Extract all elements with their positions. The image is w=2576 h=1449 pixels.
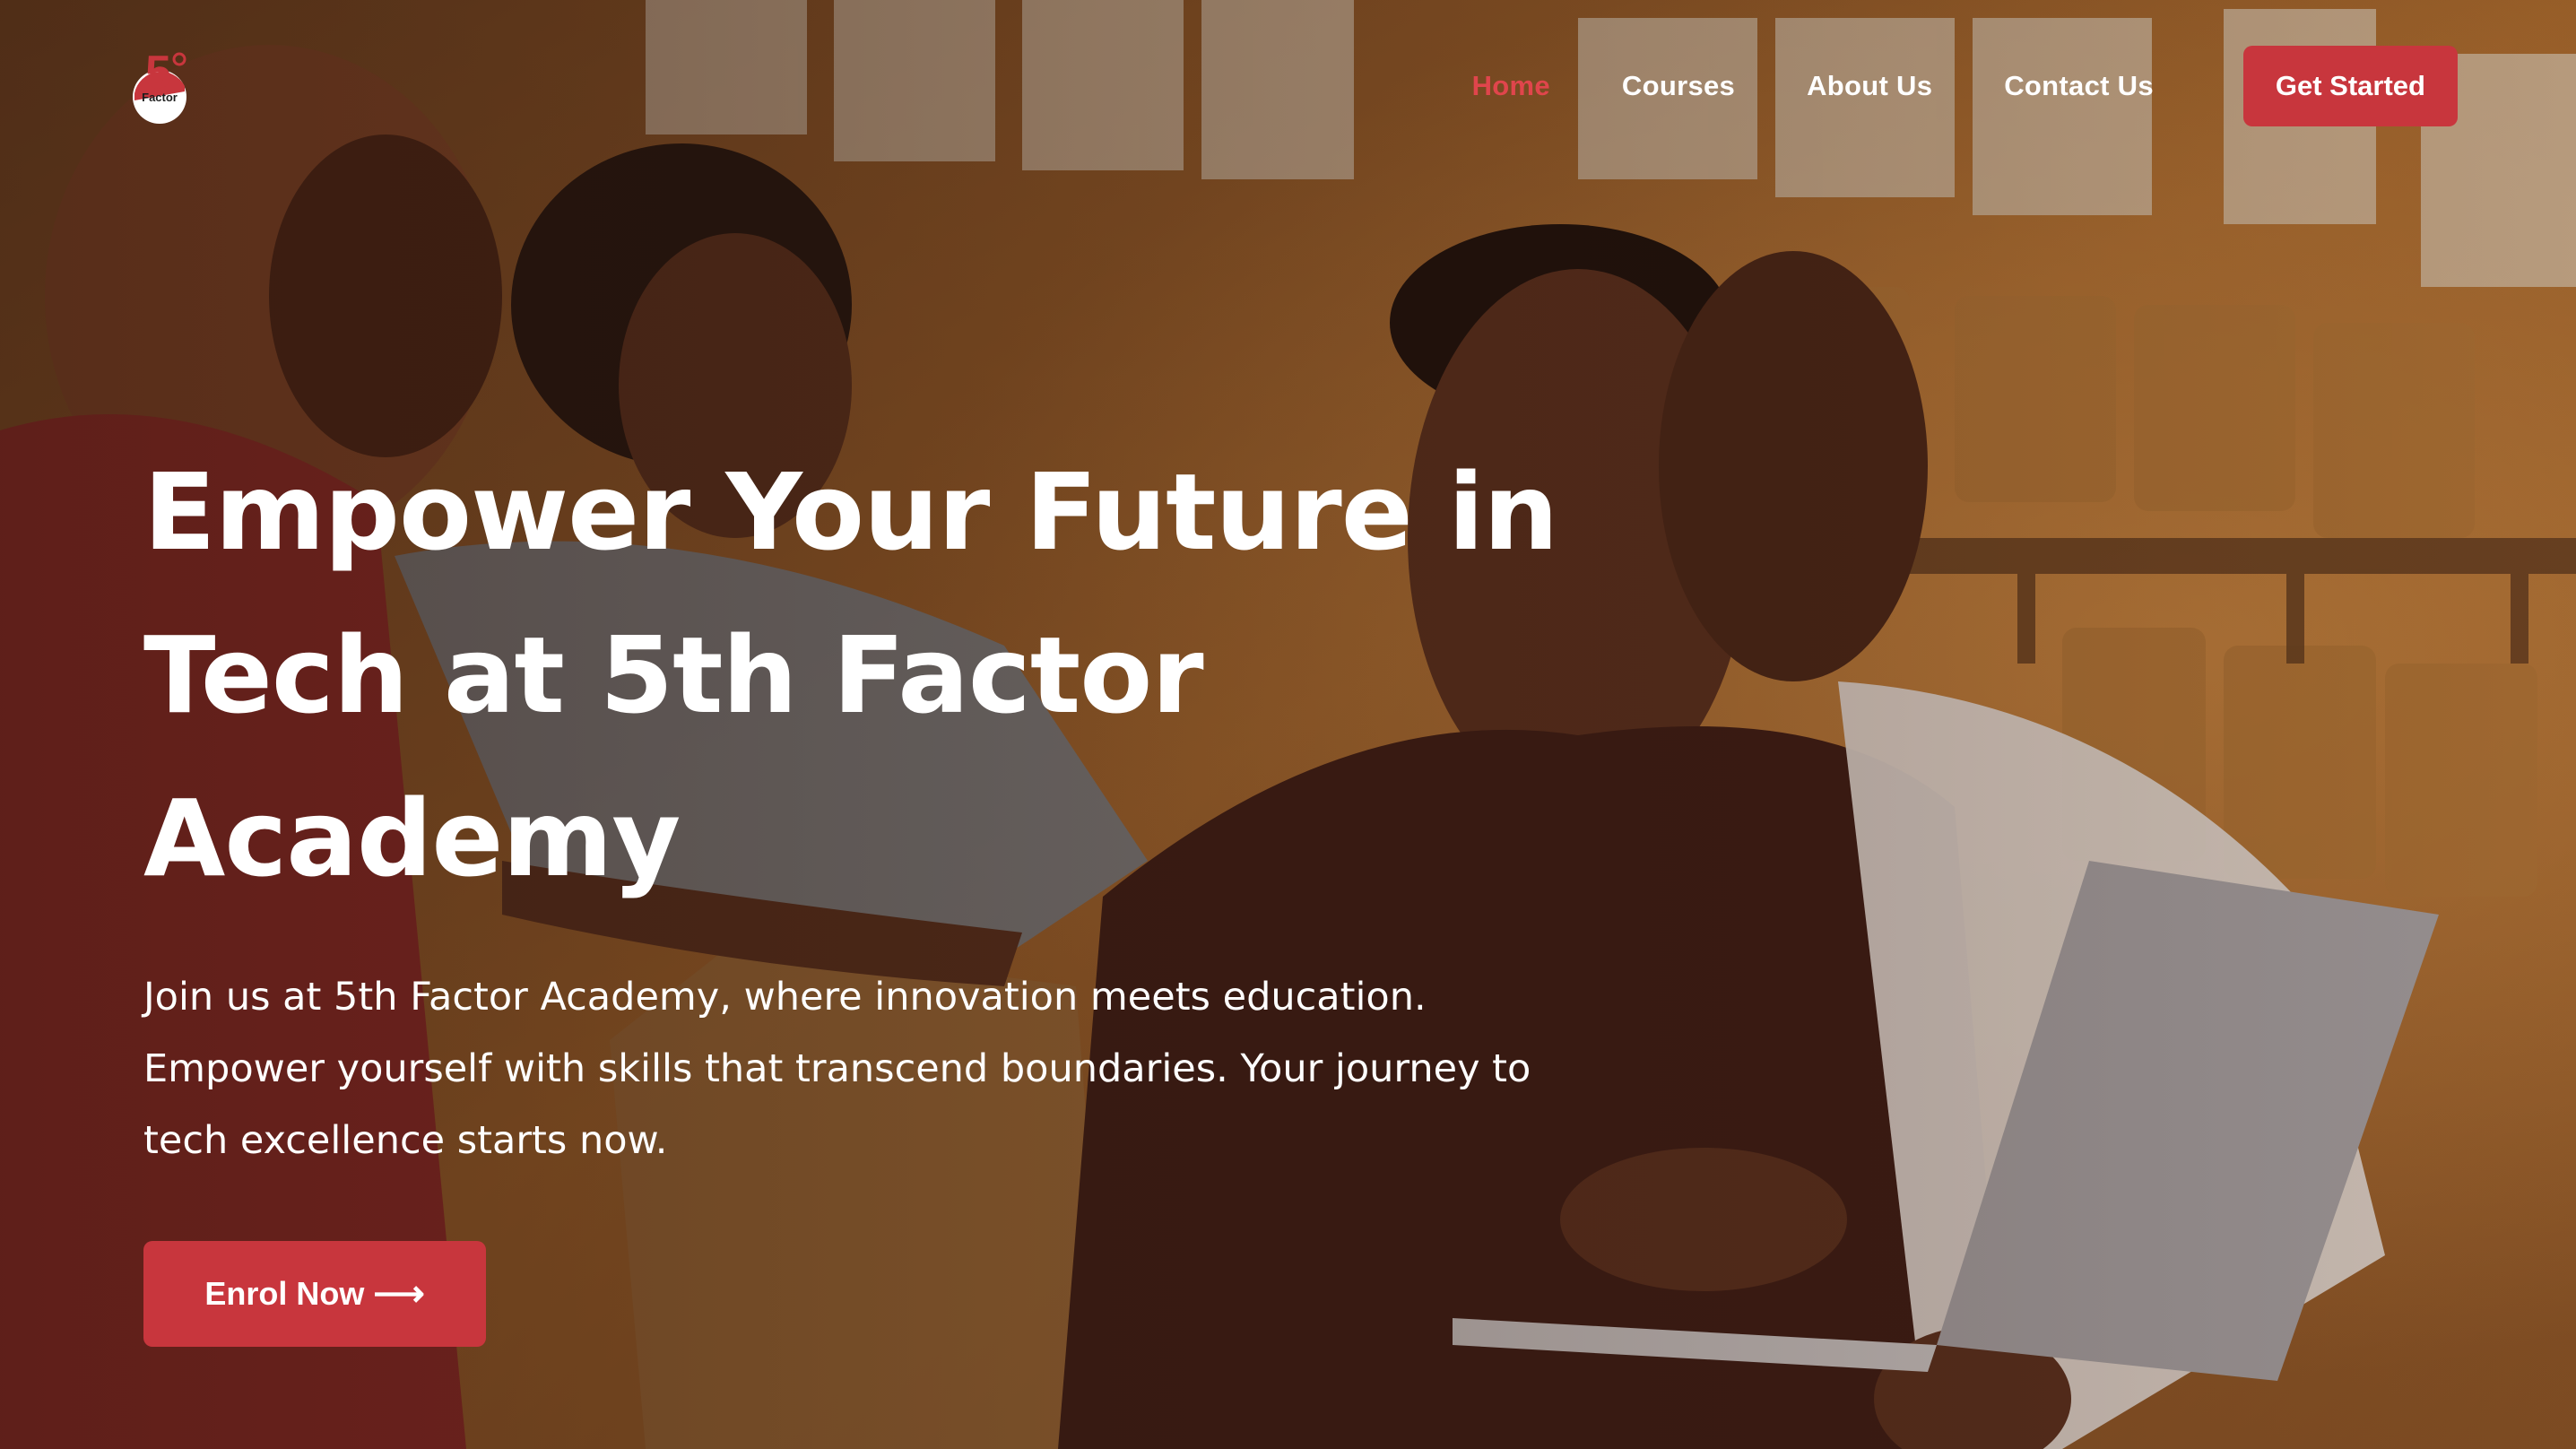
main-nav: Home Courses About Us Contact Us Get Sta… bbox=[1401, 45, 2458, 127]
headline-line: Empower Your Future in bbox=[143, 450, 1558, 574]
description-line: tech excellence starts now. bbox=[143, 1118, 668, 1163]
headline-line: Tech at 5th Factor bbox=[143, 613, 1204, 737]
nav-home[interactable]: Home bbox=[1472, 70, 1550, 102]
hero-headline: Empower Your Future in Tech at 5th Facto… bbox=[143, 430, 1668, 920]
logo-text: Factor bbox=[142, 91, 178, 104]
headline-line: Academy bbox=[143, 777, 681, 900]
get-started-button[interactable]: Get Started bbox=[2242, 46, 2458, 126]
logo-gear-icon bbox=[172, 52, 186, 66]
enrol-now-button[interactable]: Enrol Now ⟶ bbox=[143, 1241, 486, 1347]
description-line: Empower yourself with skills that transc… bbox=[143, 1046, 1531, 1091]
arrow-right-icon: ⟶ bbox=[373, 1274, 425, 1314]
hero-description: Join us at 5th Factor Academy, where inn… bbox=[143, 961, 1686, 1176]
nav-courses[interactable]: Courses bbox=[1622, 70, 1735, 102]
description-line: Join us at 5th Factor Academy, where inn… bbox=[143, 975, 1427, 1020]
nav-contact-us[interactable]: Contact Us bbox=[2004, 70, 2154, 102]
nav-about-us[interactable]: About Us bbox=[1807, 70, 1932, 102]
site-logo[interactable]: 5 Factor bbox=[126, 47, 194, 127]
enrol-now-label: Enrol Now bbox=[204, 1275, 365, 1312]
hero-section: 5 Factor Home Courses About Us Contact U… bbox=[0, 0, 2576, 1449]
